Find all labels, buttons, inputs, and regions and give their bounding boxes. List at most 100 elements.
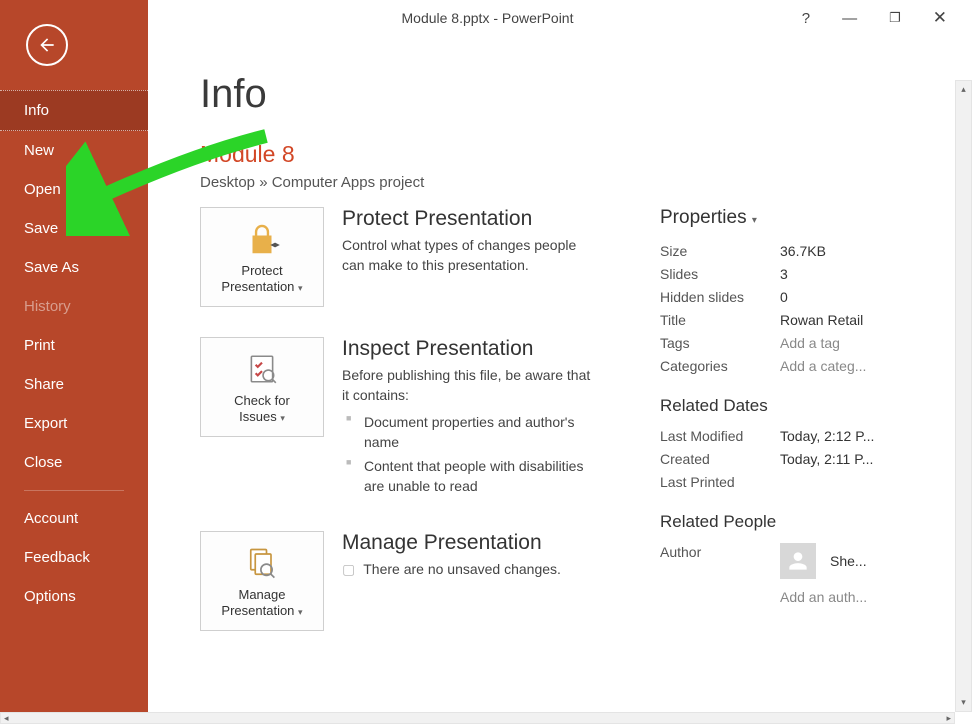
properties-dropdown[interactable]: Properties ▾ [660,207,890,229]
prop-label: Created [660,451,780,467]
prop-label: Tags [660,335,780,351]
horizontal-scrollbar[interactable]: ◂ ▸ [0,712,955,724]
nav-label: Close [24,454,62,471]
related-people-heading: Related People [660,512,890,532]
close-window-button[interactable]: ✕ [933,8,947,28]
prop-row: TitleRowan Retail [660,312,890,328]
prop-row: TagsAdd a tag [660,335,890,351]
chevron-down-icon: ▾ [752,215,757,226]
nav-item-info[interactable]: Info [0,90,148,131]
prop-row: CategoriesAdd a categ... [660,358,890,374]
manage-section: ManagePresentation ▾ Manage Presentation… [200,531,600,631]
prop-label: Author [660,544,780,560]
nav-item-options[interactable]: Options [0,577,148,616]
title-text: Module 8.pptx - PowerPoint [402,10,574,26]
avatar [780,543,816,579]
prop-value[interactable]: Add a tag [780,335,840,351]
protect-desc: Control what types of changes people can… [342,235,600,276]
minimize-button[interactable]: — [842,10,857,27]
nav-label: Export [24,415,67,432]
inspect-heading: Inspect Presentation [342,337,600,361]
prop-value[interactable]: Add a categ... [780,358,866,374]
main-content: Info Module 8 Desktop » Computer Apps pr… [148,36,955,712]
scroll-left-button[interactable]: ◂ [4,713,9,724]
author-entry[interactable]: She... [780,543,890,579]
inspect-bullet: Content that people with disabilities ar… [342,456,600,497]
nav-label: Account [24,510,78,527]
prop-value: 3 [780,266,788,282]
inspect-bullets: Document properties and author's name Co… [342,412,600,497]
prop-label: Size [660,243,780,259]
page-title: Info [200,72,955,117]
chevron-down-icon: ▾ [298,607,303,617]
btn-text: Check for [234,393,290,408]
nav-item-open[interactable]: Open [0,170,148,209]
scroll-right-button[interactable]: ▸ [946,713,951,724]
prop-row: Hidden slides0 [660,289,890,305]
nav-label: Options [24,588,76,605]
btn-text: Presentation [221,279,294,294]
chevron-down-icon: ▾ [298,283,303,293]
prop-label: Slides [660,266,780,282]
nav-item-new[interactable]: New [0,131,148,170]
lock-icon [242,219,282,259]
help-button[interactable]: ? [802,10,810,27]
vertical-scrollbar[interactable]: ▴ ▾ [955,80,972,712]
nav-label: Save As [24,259,79,276]
prop-value: Today, 2:11 P... [780,451,873,467]
document-icon: ▢ [342,561,355,577]
prop-row: Size36.7KB [660,243,890,259]
nav-label: Share [24,376,64,393]
prop-value[interactable]: Rowan Retail [780,312,863,328]
nav-item-save[interactable]: Save [0,209,148,248]
btn-text: Protect [241,263,282,278]
btn-text: Issues [239,409,277,424]
prop-label: Categories [660,358,780,374]
author-name: She... [830,553,867,569]
checklist-icon [242,349,282,389]
nav-label: Save [24,220,58,237]
btn-text: Manage [239,587,286,602]
nav-label: Info [24,102,49,119]
back-button[interactable] [26,24,68,66]
prop-row: Slides3 [660,266,890,282]
inspect-section: Check forIssues ▾ Inspect Presentation B… [200,337,600,501]
nav-item-save-as[interactable]: Save As [0,248,148,287]
nav-divider [24,490,124,491]
btn-text: Presentation [221,603,294,618]
backstage-sidebar: Info New Open Save Save As History Print… [0,0,148,724]
inspect-bullet: Document properties and author's name [342,412,600,453]
nav-item-close[interactable]: Close [0,443,148,482]
document-title: Module 8 [200,141,955,168]
nav-item-account[interactable]: Account [0,499,148,538]
manage-icon [242,543,282,583]
prop-value: 0 [780,289,788,305]
add-author[interactable]: Add an auth... [780,589,890,605]
restore-button[interactable]: ❐ [889,10,901,26]
inspect-desc: Before publishing this file, be aware th… [342,365,600,406]
scroll-up-button[interactable]: ▴ [956,81,971,98]
protect-heading: Protect Presentation [342,207,600,231]
nav-item-share[interactable]: Share [0,365,148,404]
nav-item-export[interactable]: Export [0,404,148,443]
manage-presentation-button[interactable]: ManagePresentation ▾ [200,531,324,631]
manage-desc: ▢There are no unsaved changes. [342,559,561,579]
related-dates-heading: Related Dates [660,396,890,416]
back-arrow-icon [37,35,57,55]
nav-item-feedback[interactable]: Feedback [0,538,148,577]
protect-section: ProtectPresentation ▾ Protect Presentati… [200,207,600,307]
nav-label: Feedback [24,549,90,566]
prop-value: Today, 2:12 P... [780,428,874,444]
nav-label: Print [24,337,55,354]
nav-label: History [24,298,71,315]
scroll-down-button[interactable]: ▾ [956,694,971,711]
prop-value: 36.7KB [780,243,826,259]
prop-label: Hidden slides [660,289,780,305]
nav-item-print[interactable]: Print [0,326,148,365]
properties-pane: Properties ▾ Size36.7KB Slides3 Hidden s… [660,207,890,661]
prop-label: Last Modified [660,428,780,444]
nav-label: New [24,142,54,159]
check-for-issues-button[interactable]: Check forIssues ▾ [200,337,324,437]
protect-presentation-button[interactable]: ProtectPresentation ▾ [200,207,324,307]
prop-row: CreatedToday, 2:11 P... [660,451,890,467]
